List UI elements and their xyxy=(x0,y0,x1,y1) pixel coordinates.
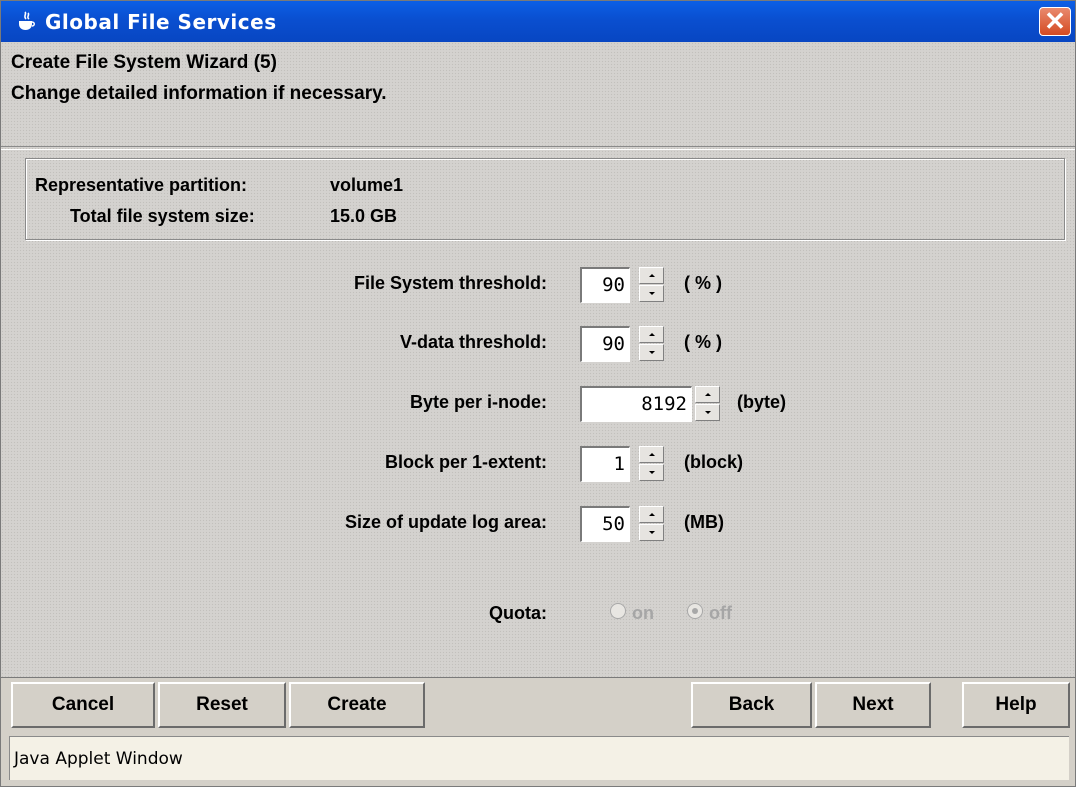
quota-on-radio[interactable] xyxy=(610,603,626,619)
cancel-button[interactable]: Cancel xyxy=(11,682,155,728)
header-divider xyxy=(1,146,1075,150)
byte-per-inode-label: Byte per i-node: xyxy=(409,392,547,412)
chevron-up-icon xyxy=(649,274,655,277)
create-button[interactable]: Create xyxy=(289,682,425,728)
decrement-button[interactable] xyxy=(695,404,720,421)
size-value: 15.0 GB xyxy=(330,206,398,226)
close-icon: ✕ xyxy=(1044,6,1066,36)
wizard-window: Global File Services ✕ Create File Syste… xyxy=(0,0,1076,787)
byte-per-inode-stepper[interactable] xyxy=(695,386,720,422)
chevron-up-icon xyxy=(649,513,655,516)
fs-threshold-unit: ( % ) xyxy=(684,273,722,293)
fs-threshold-input[interactable]: 90 xyxy=(580,267,630,303)
update-log-size-input[interactable]: 50 xyxy=(580,506,630,542)
decrement-button[interactable] xyxy=(639,344,664,361)
status-bar: Java Applet Window xyxy=(9,736,1069,780)
chevron-up-icon xyxy=(705,393,711,396)
summary-panel: Representative partition: volume1 Total … xyxy=(25,158,1065,240)
decrement-button[interactable] xyxy=(639,285,664,302)
decrement-button[interactable] xyxy=(639,464,664,481)
chevron-down-icon xyxy=(649,471,655,474)
block-per-extent-label: Block per 1-extent: xyxy=(384,452,547,472)
partition-label: Representative partition: xyxy=(35,175,248,195)
quota-on-label: on xyxy=(632,603,654,623)
reset-button[interactable]: Reset xyxy=(158,682,286,728)
chevron-down-icon xyxy=(649,292,655,295)
chevron-down-icon xyxy=(705,411,711,414)
vdata-threshold-label: V-data threshold: xyxy=(399,332,547,352)
help-button[interactable]: Help xyxy=(962,682,1070,728)
fs-threshold-label: File System threshold: xyxy=(353,273,547,293)
byte-per-inode-unit: (byte) xyxy=(737,392,786,412)
partition-value: volume1 xyxy=(330,175,404,195)
back-button[interactable]: Back xyxy=(691,682,812,728)
chevron-up-icon xyxy=(649,453,655,456)
block-per-extent-stepper[interactable] xyxy=(639,446,664,482)
quota-label: Quota: xyxy=(489,603,547,623)
increment-button[interactable] xyxy=(639,267,664,284)
vdata-threshold-input[interactable]: 90 xyxy=(580,326,630,362)
close-button[interactable]: ✕ xyxy=(1039,7,1071,36)
vdata-threshold-stepper[interactable] xyxy=(639,326,664,362)
chevron-down-icon xyxy=(649,351,655,354)
chevron-up-icon xyxy=(649,333,655,336)
java-cup-icon xyxy=(19,11,35,30)
wizard-content: Create File System Wizard (5) Change det… xyxy=(1,42,1075,678)
quota-off-radio[interactable] xyxy=(687,603,703,619)
title-bar[interactable]: Global File Services ✕ xyxy=(1,1,1075,42)
vdata-threshold-unit: ( % ) xyxy=(684,332,722,352)
wizard-instructions: Change detailed information if necessary… xyxy=(11,83,387,104)
increment-button[interactable] xyxy=(639,506,664,523)
decrement-button[interactable] xyxy=(639,524,664,541)
chevron-down-icon xyxy=(649,531,655,534)
update-log-size-unit: (MB) xyxy=(684,512,724,532)
byte-per-inode-input[interactable]: 8192 xyxy=(580,386,692,422)
increment-button[interactable] xyxy=(639,446,664,463)
fs-threshold-stepper[interactable] xyxy=(639,267,664,303)
button-bar-divider xyxy=(1,677,1075,678)
quota-off-label: off xyxy=(709,603,732,623)
window-title: Global File Services xyxy=(45,10,277,34)
increment-button[interactable] xyxy=(639,326,664,343)
update-log-size-label: Size of update log area: xyxy=(344,512,547,532)
block-per-extent-input[interactable]: 1 xyxy=(580,446,630,482)
update-log-size-stepper[interactable] xyxy=(639,506,664,542)
block-per-extent-unit: (block) xyxy=(684,452,744,472)
next-button[interactable]: Next xyxy=(815,682,931,728)
increment-button[interactable] xyxy=(695,386,720,403)
size-label: Total file system size: xyxy=(70,206,255,226)
wizard-step-title: Create File System Wizard (5) xyxy=(11,52,277,73)
